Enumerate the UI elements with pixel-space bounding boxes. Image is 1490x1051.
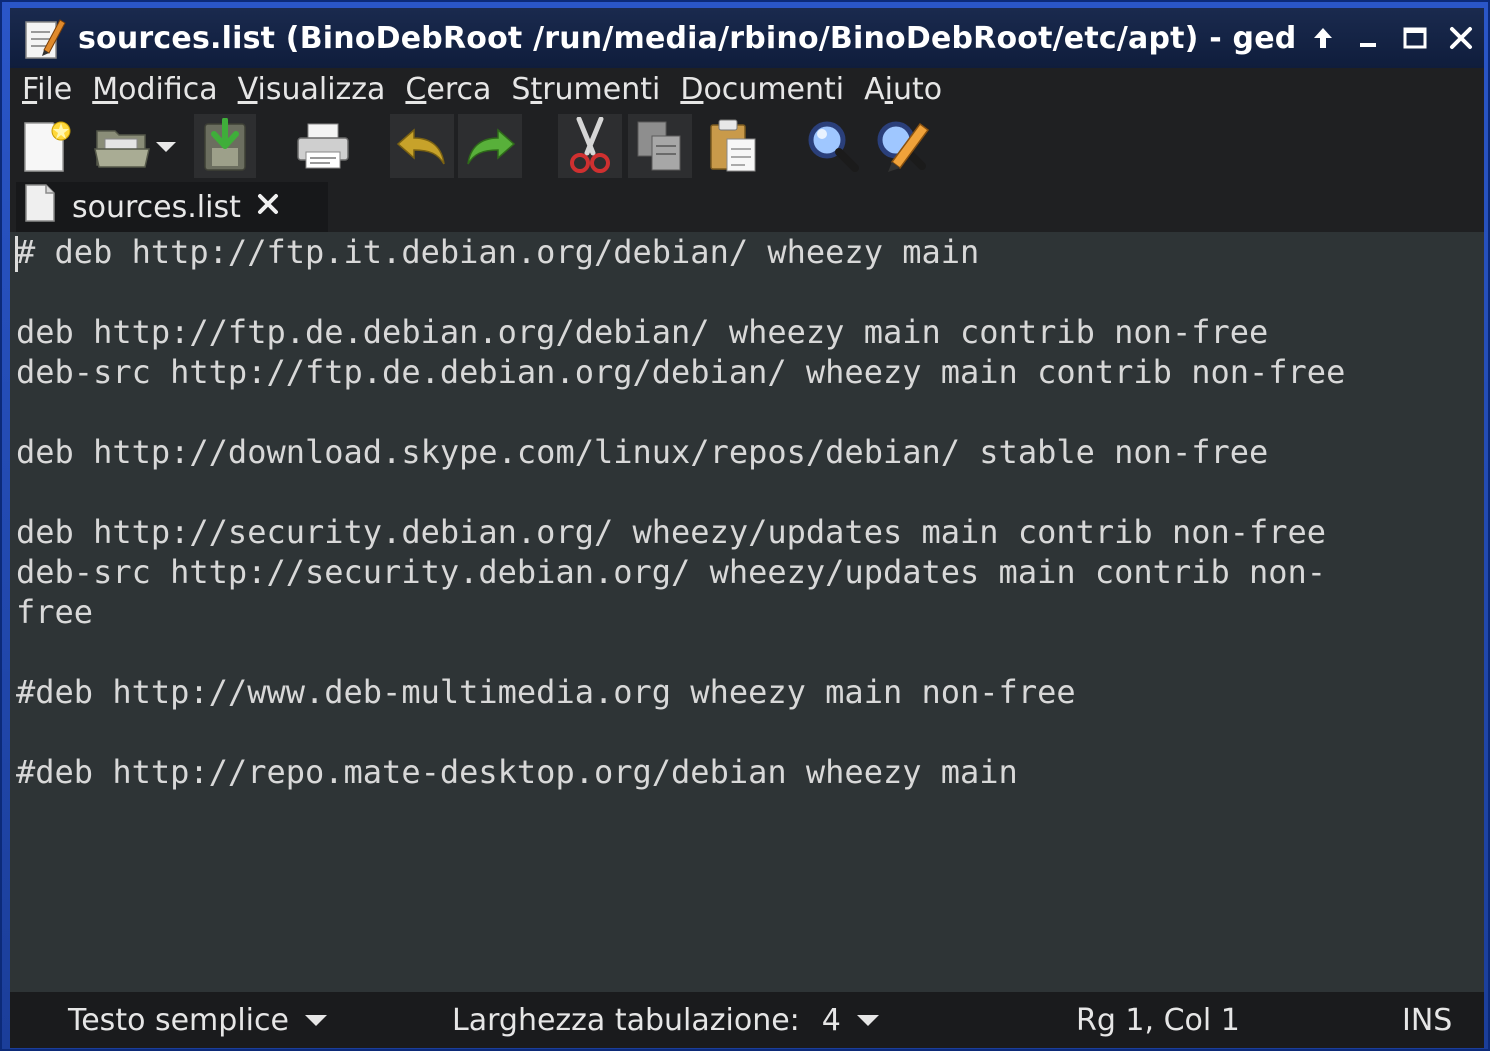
- menu-documenti[interactable]: Documenti: [670, 72, 854, 107]
- tab-sources-list[interactable]: sources.list: [16, 182, 328, 232]
- cursor-position-text: Rg 1, Col 1: [1076, 1002, 1240, 1038]
- find-replace-icon[interactable]: [872, 114, 934, 178]
- copy-icon[interactable]: [628, 114, 692, 178]
- editor-line: # deb http://ftp.it.debian.org/debian/ w…: [16, 233, 980, 271]
- insert-mode: INS: [1402, 992, 1452, 1048]
- open-icon[interactable]: [92, 114, 152, 178]
- client-area: File Modifica Visualizza Cerca Strumenti…: [10, 68, 1484, 1048]
- document-icon: [22, 183, 58, 231]
- menu-cerca[interactable]: Cerca: [395, 72, 501, 107]
- cursor-position: Rg 1, Col 1: [1076, 992, 1240, 1048]
- insert-mode-text: INS: [1402, 1002, 1453, 1038]
- menu-strumenti[interactable]: Strumenti: [501, 72, 670, 107]
- menu-bar: File Modifica Visualizza Cerca Strumenti…: [10, 68, 1484, 110]
- maximize-icon[interactable]: [1392, 15, 1438, 61]
- editor-line: free: [16, 593, 94, 631]
- tab-width-value: 4: [821, 1002, 841, 1038]
- menu-file[interactable]: File: [10, 72, 82, 107]
- tab-width-label: Larghezza tabulazione:: [452, 1002, 800, 1038]
- text-editor-icon: [20, 14, 68, 62]
- text-cursor: [15, 236, 18, 272]
- save-icon[interactable]: [194, 114, 256, 178]
- menu-visualizza[interactable]: Visualizza: [228, 72, 396, 107]
- chevron-down-icon: [856, 1014, 879, 1026]
- editor-line: #deb http://repo.mate-desktop.org/debian…: [16, 753, 1018, 791]
- editor-line: deb http://ftp.de.debian.org/debian/ whe…: [16, 313, 1269, 351]
- editor-line: deb http://download.skype.com/linux/repo…: [16, 433, 1269, 471]
- chevron-down-icon: [304, 1014, 327, 1026]
- tab-close-icon[interactable]: [255, 190, 281, 225]
- redo-icon[interactable]: [458, 114, 522, 178]
- toolbar: [10, 112, 1484, 180]
- up-arrow-icon[interactable]: [1300, 15, 1346, 61]
- new-document-icon[interactable]: [16, 114, 78, 178]
- editor-line: deb-src http://ftp.de.debian.org/debian/…: [16, 353, 1346, 391]
- undo-icon[interactable]: [390, 114, 454, 178]
- editor-line: deb-src http://security.debian.org/ whee…: [16, 553, 1327, 591]
- title-bar[interactable]: sources.list (BinoDebRoot /run/media/rbi…: [10, 8, 1484, 68]
- paste-icon[interactable]: [702, 114, 764, 178]
- tab-strip: sources.list: [10, 182, 1484, 232]
- cut-icon[interactable]: [558, 114, 622, 178]
- window-title: sources.list (BinoDebRoot /run/media/rbi…: [78, 20, 1297, 56]
- tab-width-selector[interactable]: Larghezza tabulazione: 4: [452, 992, 879, 1048]
- editor-line: deb http://security.debian.org/ wheezy/u…: [16, 513, 1327, 551]
- language-label: Testo semplice: [68, 1002, 289, 1038]
- minimize-icon[interactable]: [1346, 15, 1392, 61]
- tab-label: sources.list: [72, 189, 241, 225]
- menu-modifica[interactable]: Modifica: [82, 72, 227, 107]
- text-editor[interactable]: # deb http://ftp.it.debian.org/debian/ w…: [10, 232, 1484, 992]
- status-bar: Testo semplice Larghezza tabulazione: 4 …: [10, 992, 1484, 1048]
- app-window: sources.list (BinoDebRoot /run/media/rbi…: [0, 0, 1490, 1051]
- print-icon[interactable]: [290, 114, 356, 178]
- open-dropdown-icon[interactable]: [152, 114, 180, 178]
- editor-line: #deb http://www.deb-multimedia.org wheez…: [16, 673, 1076, 711]
- editor-lines: # deb http://ftp.it.debian.org/debian/ w…: [10, 232, 1484, 792]
- menu-aiuto[interactable]: Aiuto: [854, 72, 952, 107]
- close-icon[interactable]: [1438, 15, 1484, 61]
- find-icon[interactable]: [802, 114, 864, 178]
- language-selector[interactable]: Testo semplice: [68, 992, 327, 1048]
